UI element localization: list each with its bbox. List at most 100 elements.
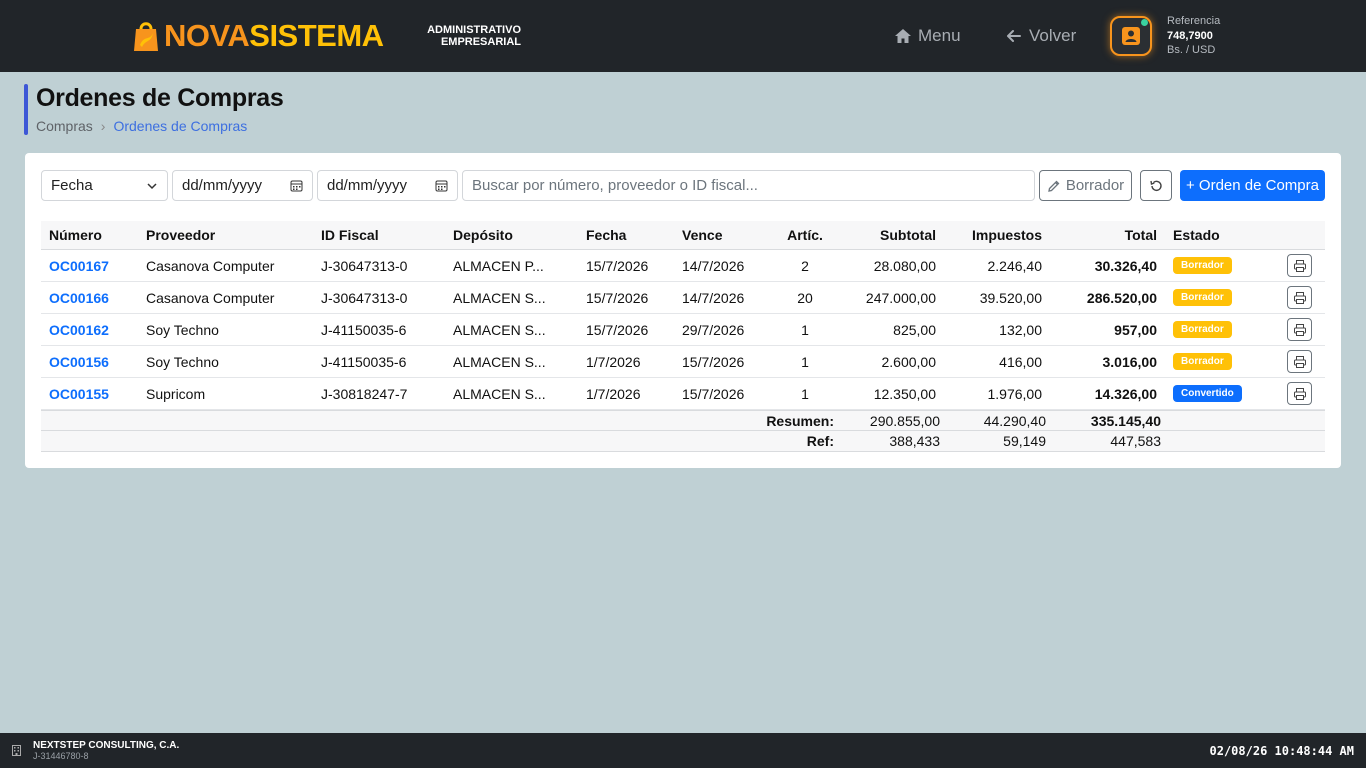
cell-articulos: 1 [801,321,809,338]
cell-subtotal: 825,00 [893,321,936,338]
order-number-link[interactable]: OC00155 [49,386,109,402]
cell-numero: OC00162 [49,314,109,345]
shopping-bag-logo-icon [134,22,158,51]
breadcrumb-separator-icon: › [100,118,106,134]
user-icon [1122,27,1140,45]
order-number-link[interactable]: OC00167 [49,258,109,274]
header-subtotal[interactable]: Subtotal [835,221,936,249]
cell-id-fiscal: J-30647313-0 [321,289,408,306]
cell-deposito: ALMACEN S... [453,289,546,306]
cell-proveedor: Casanova Computer [146,257,275,274]
cell-subtotal: 12.350,00 [873,385,936,402]
new-purchase-order-button[interactable]: + Orden de Compra [1180,170,1325,201]
cell-proveedor: Supricom [146,385,206,402]
cell-fecha: 15/7/2026 [586,321,649,338]
cell-estado: Borrador [1173,314,1232,345]
header-estado[interactable]: Estado [1173,221,1220,249]
cell-numero: OC00167 [49,250,109,281]
summary-label: Resumen: [766,412,834,429]
brand-name-part2: SISTEMA [249,18,384,53]
header-impuestos[interactable]: Impuestos [936,221,1042,249]
cell-deposito: ALMACEN S... [453,353,546,370]
print-button[interactable] [1287,286,1312,309]
order-number-link[interactable]: OC00166 [49,290,109,306]
table-row[interactable]: OC00162 Soy Techno J-41150035-6 ALMACEN S..… [41,314,1325,346]
table-row[interactable]: OC00155 Supricom J-30818247-7 ALMACEN S... 1… [41,378,1325,410]
cell-impuestos: 132,00 [999,321,1042,338]
summary-total: 335.145,40 [1090,412,1161,429]
header-fecha[interactable]: Fecha [586,221,626,249]
cell-id-fiscal: J-41150035-6 [321,353,407,370]
printer-icon [1293,259,1306,272]
back-link[interactable]: Volver [1005,25,1076,47]
calendar-icon[interactable] [435,179,448,192]
online-status-dot [1141,19,1148,26]
reference-label: Referencia [1167,15,1221,27]
table-row[interactable]: OC00166 Casanova Computer J-30647313-0 ALMA… [41,282,1325,314]
cell-fecha: 1/7/2026 [586,353,641,370]
brand-name-part1: NOVA [164,18,250,53]
print-button[interactable] [1287,350,1312,373]
orders-card: Fecha dd/mm/yyyy dd/mm/yyyy Buscar por n… [25,153,1341,468]
header-deposito[interactable]: Depósito [453,221,513,249]
table-row[interactable]: OC00156 Soy Techno J-41150035-6 ALMACEN S..… [41,346,1325,378]
date-from-input[interactable]: dd/mm/yyyy [172,170,313,201]
cell-deposito: ALMACEN P... [453,257,544,274]
header-articulos[interactable]: Artíc. [775,221,835,249]
print-button[interactable] [1287,318,1312,341]
cell-impuestos: 1.976,00 [987,385,1043,402]
order-number-link[interactable]: OC00156 [49,354,109,370]
cell-actions [1287,250,1312,281]
brand-logo[interactable]: NOVA SISTEMA [132,16,384,56]
breadcrumb-item-compras[interactable]: Compras [36,118,93,134]
refresh-button[interactable] [1140,170,1172,201]
date-from-placeholder: dd/mm/yyyy [182,177,263,194]
back-link-label: Volver [1029,26,1077,45]
date-to-input[interactable]: dd/mm/yyyy [317,170,458,201]
print-button[interactable] [1287,382,1312,405]
cell-total: 3.016,00 [1102,353,1158,370]
cell-total: 14.326,00 [1094,385,1157,402]
orders-table: Número Proveedor ID Fiscal Depósito Fech… [41,221,1325,452]
cell-actions [1287,282,1312,313]
menu-link[interactable]: Menu [894,25,961,47]
brand-tagline-line1: ADMINISTRATIVO [427,24,521,36]
cell-id-fiscal: J-30647313-0 [321,257,408,274]
header-id-fiscal[interactable]: ID Fiscal [321,221,379,249]
draft-filter-button[interactable]: Borrador [1039,170,1132,201]
breadcrumb-item-current: Ordenes de Compras [113,118,248,134]
cell-subtotal: 247.000,00 [865,289,936,306]
status-badge: Convertido [1173,385,1242,402]
search-input[interactable]: Buscar por número, proveedor o ID fiscal… [462,170,1035,201]
cell-subtotal: 28.080,00 [873,257,936,274]
summary-row: Resumen: 290.855,00 44.290,40 335.145,40 [41,410,1325,431]
user-avatar[interactable] [1110,16,1152,56]
date-field-select-value: Fecha [51,177,93,194]
order-number-link[interactable]: OC00162 [49,322,109,338]
footer-datetime: 02/08/26 10:48:44 AM [1209,744,1355,758]
cell-vence: 15/7/2026 [682,385,745,402]
cell-impuestos: 416,00 [999,353,1042,370]
table-row[interactable]: OC00167 Casanova Computer J-30647313-0 ALMA… [41,250,1325,282]
cell-impuestos: 2.246,40 [987,257,1043,274]
cell-articulos: 1 [801,353,809,370]
brand-tagline: ADMINISTRATIVO EMPRESARIAL [420,24,521,48]
chevron-down-icon [147,182,157,189]
header-numero[interactable]: Número [49,221,102,249]
cell-deposito: ALMACEN S... [453,321,546,338]
footer-company-name: NEXTSTEP CONSULTING, C.A. [33,740,180,751]
calendar-icon[interactable] [290,179,303,192]
print-button[interactable] [1287,254,1312,277]
cell-estado: Borrador [1173,282,1232,313]
cell-deposito: ALMACEN S... [453,385,546,402]
date-field-select[interactable]: Fecha [41,170,168,201]
header-total[interactable]: Total [1042,221,1157,249]
status-badge: Borrador [1173,321,1232,338]
cell-numero: OC00166 [49,282,109,313]
printer-icon [1293,291,1306,304]
menu-link-label: Menu [918,26,961,45]
header-vence[interactable]: Vence [682,221,722,249]
cell-estado: Borrador [1173,346,1232,377]
status-badge: Borrador [1173,257,1232,274]
header-proveedor[interactable]: Proveedor [146,221,215,249]
